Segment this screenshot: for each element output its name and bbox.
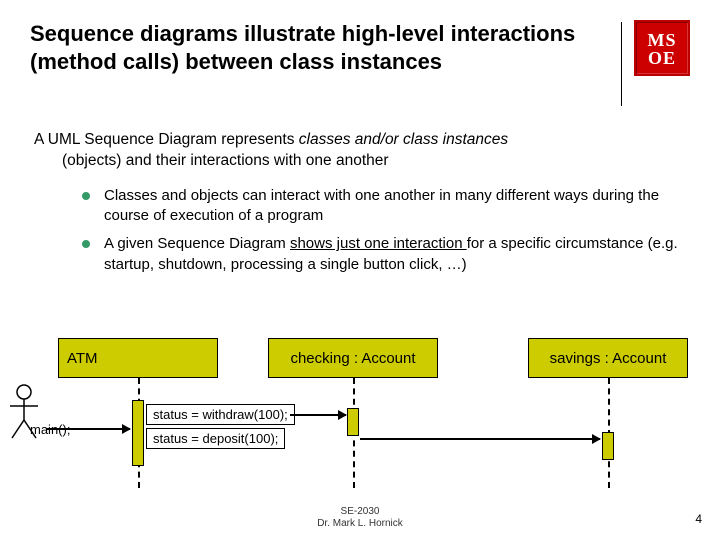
msoe-logo: MS OE (634, 20, 690, 76)
intro-line2: (objects) and their interactions with on… (34, 151, 690, 172)
object-checking: checking : Account (268, 338, 438, 378)
page-title: Sequence diagrams illustrate high-level … (30, 20, 609, 75)
title-divider (621, 22, 622, 106)
intro-pre: A UML Sequence Diagram represents (34, 131, 299, 148)
arrow-withdraw (290, 414, 346, 416)
bullet-item: A given Sequence Diagram shows just one … (82, 234, 690, 275)
intro-em: classes and/or class instances (299, 131, 508, 148)
page-number: 4 (695, 512, 702, 526)
logo-row2: OE (648, 49, 676, 67)
activation-atm (132, 400, 144, 466)
footer: SE-2030 Dr. Mark L. Hornick (0, 506, 720, 530)
object-savings: savings : Account (528, 338, 688, 378)
footer-author: Dr. Mark L. Hornick (0, 518, 720, 530)
bullet-item: Classes and objects can interact with on… (82, 186, 690, 227)
arrow-main (46, 428, 130, 430)
object-atm: ATM (58, 338, 218, 378)
sequence-diagram: ATM checking : Account savings : Account… (28, 338, 692, 488)
message-withdraw: status = withdraw(100); (146, 404, 295, 425)
intro-text: A UML Sequence Diagram represents classe… (30, 130, 690, 172)
message-deposit: status = deposit(100); (146, 428, 285, 449)
bullet2-underlined: shows just one interaction (290, 235, 467, 252)
arrow-deposit (360, 438, 600, 440)
footer-course: SE-2030 (0, 506, 720, 518)
bullet2-pre: A given Sequence Diagram (104, 235, 290, 252)
logo-row1: MS (648, 31, 677, 49)
bullet-list: Classes and objects can interact with on… (30, 186, 690, 275)
activation-checking (347, 408, 359, 436)
activation-savings (602, 432, 614, 460)
